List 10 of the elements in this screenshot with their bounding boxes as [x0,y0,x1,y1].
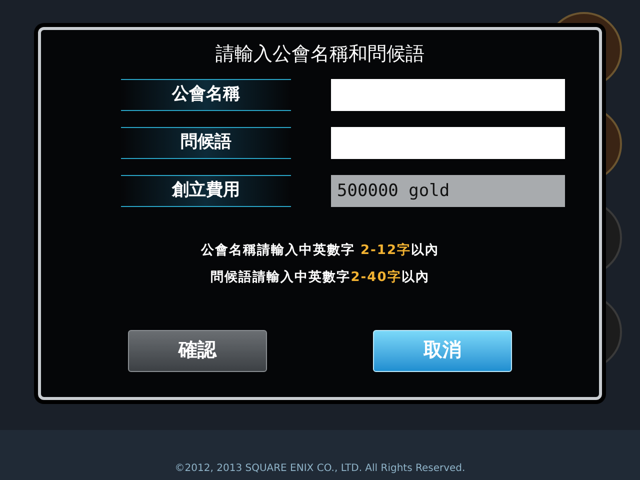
field-label: 公會名稱 [121,78,291,110]
field-label: 創立費用 [121,174,291,206]
text-field[interactable] [331,78,565,110]
dialog-button[interactable]: 確認 [128,330,267,372]
text-field[interactable] [331,126,565,158]
hint-text: 問候語請輸入中英數字2-40字以內 [210,268,430,287]
hint-text: 公會名稱請輸入中英數字 2-12字以內 [200,242,440,260]
dialog-title: 請輸入公會名稱和問候語 [216,42,424,67]
field-label: 問候語 [121,126,291,158]
copyright-text: ©2012, 2013 SQUARE ENIX CO., LTD. All Rights Reserved. [174,462,466,476]
